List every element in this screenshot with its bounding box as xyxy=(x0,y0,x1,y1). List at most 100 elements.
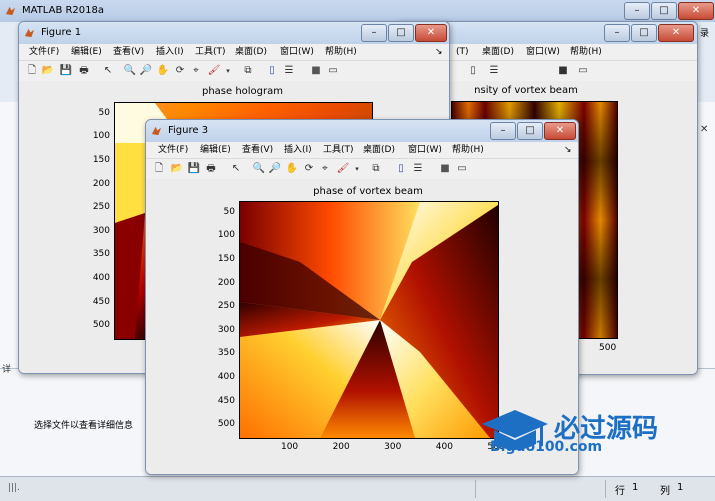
figure2-xtick: 500 xyxy=(599,343,617,353)
figure3-minimize-button[interactable]: – xyxy=(490,122,516,140)
insert-colorbar-icon[interactable]: ▯ xyxy=(466,64,480,78)
figure2-maximize-button[interactable]: □ xyxy=(631,24,657,42)
close-x-icon[interactable]: ✕ xyxy=(700,124,708,135)
figure3-phase-plot[interactable] xyxy=(239,201,499,439)
figure3-ytick-label: 500 xyxy=(217,419,235,430)
save-icon[interactable]: 💾 xyxy=(59,64,73,78)
menu-desktop[interactable]: 桌面(D) xyxy=(363,142,395,158)
insert-legend-icon[interactable]: ☰ xyxy=(487,64,501,78)
brush-dropdown-icon[interactable]: ▾ xyxy=(350,162,364,176)
menu-desktop[interactable]: 桌面(D) xyxy=(235,44,267,60)
right-panel-edge: 录 ✕ xyxy=(697,29,715,368)
pan-hand-icon[interactable]: ✋ xyxy=(285,162,299,176)
menu-help[interactable]: 帮助(H) xyxy=(452,142,484,158)
figure3-ytick-label: 50 xyxy=(223,206,235,217)
menu-window[interactable]: 窗口(W) xyxy=(280,44,314,60)
dock-arrow-icon[interactable]: ↘ xyxy=(435,44,443,60)
figure1-minimize-button[interactable]: – xyxy=(361,24,387,42)
edit-plot-arrow-icon[interactable]: ↖ xyxy=(229,162,243,176)
pan-hand-icon[interactable]: ✋ xyxy=(156,64,170,78)
figure3-xtick-label: 400 xyxy=(435,442,453,452)
menu-window[interactable]: 窗口(W) xyxy=(526,44,560,60)
left-panel-edge xyxy=(0,102,19,368)
figure3-xtick-label: 100 xyxy=(280,442,299,452)
print-icon[interactable]: 🖶 xyxy=(204,162,218,176)
statusbar-grip-icon: |||. xyxy=(8,483,20,493)
menu-insert[interactable]: 插入(I) xyxy=(156,44,184,60)
figure2-minimize-button[interactable]: – xyxy=(604,24,630,42)
rotate-3d-icon[interactable]: ⟳ xyxy=(302,162,316,176)
matlab-titlebar: MATLAB R2018a – □ ✕ xyxy=(0,0,715,22)
menu-desktop[interactable]: 桌面(D) xyxy=(482,44,514,60)
menu-window[interactable]: 窗口(W) xyxy=(408,142,442,158)
figure1-ytick-label: 200 xyxy=(92,178,110,189)
menu-tools-partial[interactable]: (T) xyxy=(456,44,469,60)
hide-plot-tools-icon[interactable]: ■ xyxy=(556,64,570,78)
menu-help[interactable]: 帮助(H) xyxy=(570,44,602,60)
data-cursor-icon[interactable]: ⌖ xyxy=(318,162,332,176)
figure3-xtick-label: 200 xyxy=(332,442,350,452)
zoom-in-icon[interactable]: 🔍 xyxy=(123,64,137,78)
insert-colorbar-icon[interactable]: ▯ xyxy=(394,162,408,176)
brush-icon[interactable]: 🖌 xyxy=(336,162,350,176)
new-figure-icon[interactable]: 🗋 xyxy=(152,162,166,176)
minimize-button[interactable]: – xyxy=(624,2,650,20)
rotate-3d-icon[interactable]: ⟳ xyxy=(173,64,187,78)
menu-view[interactable]: 查看(V) xyxy=(242,142,273,158)
brush-icon[interactable]: 🖌 xyxy=(207,64,221,78)
figure3-xtick-label: 300 xyxy=(384,442,402,452)
menu-help[interactable]: 帮助(H) xyxy=(325,44,357,60)
menu-view[interactable]: 查看(V) xyxy=(113,44,144,60)
figure3-matlab-icon xyxy=(151,126,162,136)
status-divider xyxy=(605,480,606,498)
insert-legend-icon[interactable]: ☰ xyxy=(411,162,425,176)
show-plot-tools-icon[interactable]: ▭ xyxy=(326,64,340,78)
save-icon[interactable]: 💾 xyxy=(187,162,201,176)
figure3-plot-title: phase of vortex beam xyxy=(313,186,423,197)
edge-label-right: 录 xyxy=(700,29,710,39)
figure1-close-button[interactable]: ✕ xyxy=(415,24,447,42)
status-col-value: 1 xyxy=(677,482,684,493)
show-plot-tools-icon[interactable]: ▭ xyxy=(455,162,469,176)
edit-plot-arrow-icon[interactable]: ↖ xyxy=(101,64,115,78)
hide-plot-tools-icon[interactable]: ■ xyxy=(309,64,323,78)
menu-edit[interactable]: 编辑(E) xyxy=(71,44,102,60)
insert-colorbar-icon[interactable]: ▯ xyxy=(265,64,279,78)
hide-plot-tools-icon[interactable]: ■ xyxy=(438,162,452,176)
status-col-label: 列 xyxy=(660,486,670,497)
menu-file[interactable]: 文件(F) xyxy=(158,142,188,158)
link-plot-icon[interactable]: ⧉ xyxy=(369,162,383,176)
open-file-icon[interactable]: 📂 xyxy=(170,162,184,176)
edge-label-left: 详 xyxy=(2,365,12,375)
menu-edit[interactable]: 编辑(E) xyxy=(200,142,231,158)
show-plot-tools-icon[interactable]: ▭ xyxy=(576,64,590,78)
menu-file[interactable]: 文件(F) xyxy=(29,44,59,60)
new-figure-icon[interactable]: 🗋 xyxy=(25,64,39,78)
figure3-menubar: 文件(F) 编辑(E) 查看(V) 插入(I) 工具(T) 桌面(D) 窗口(W… xyxy=(146,142,578,158)
link-plot-icon[interactable]: ⧉ xyxy=(241,64,255,78)
menu-tools[interactable]: 工具(T) xyxy=(195,44,226,60)
status-row-label: 行 xyxy=(615,486,625,497)
figure1-maximize-button[interactable]: □ xyxy=(388,24,414,42)
figure3-ytick-label: 250 xyxy=(217,301,235,312)
figure2-close-button[interactable]: ✕ xyxy=(658,24,694,42)
figure1-ytick-label: 350 xyxy=(92,249,110,260)
figure2-plot-title: nsity of vortex beam xyxy=(474,85,578,96)
data-cursor-icon[interactable]: ⌖ xyxy=(189,64,203,78)
dock-arrow-icon[interactable]: ↘ xyxy=(564,142,572,158)
open-file-icon[interactable]: 📂 xyxy=(41,64,55,78)
menu-insert[interactable]: 插入(I) xyxy=(284,142,312,158)
close-button[interactable]: ✕ xyxy=(678,2,714,20)
insert-legend-icon[interactable]: ☰ xyxy=(282,64,296,78)
zoom-in-icon[interactable]: 🔍 xyxy=(252,162,266,176)
menu-tools[interactable]: 工具(T) xyxy=(323,142,354,158)
print-icon[interactable]: 🖶 xyxy=(77,64,91,78)
brush-dropdown-icon[interactable]: ▾ xyxy=(221,64,235,78)
zoom-out-icon[interactable]: 🔎 xyxy=(268,162,282,176)
figure3-close-button[interactable]: ✕ xyxy=(544,122,576,140)
figure3-maximize-button[interactable]: □ xyxy=(517,122,543,140)
zoom-out-icon[interactable]: 🔎 xyxy=(139,64,153,78)
maximize-button[interactable]: □ xyxy=(651,2,677,20)
figure3-ytick-label: 300 xyxy=(217,324,235,335)
status-row-value: 1 xyxy=(632,482,639,493)
